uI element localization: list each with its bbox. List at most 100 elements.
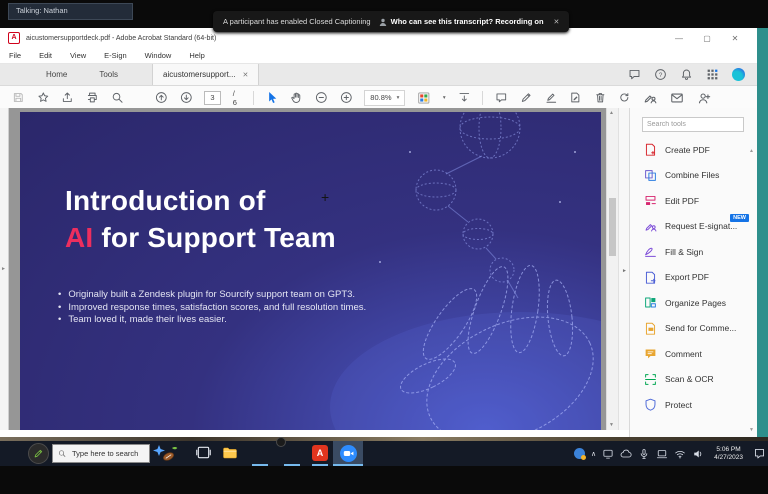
sidebar-item-request-esign[interactable]: Request E-signat... NEW [630, 214, 757, 240]
sidebar-item-protect[interactable]: Protect [630, 392, 757, 418]
svg-text:?: ? [659, 72, 663, 79]
menu-help[interactable]: Help [180, 51, 213, 60]
fit-width-icon[interactable] [458, 91, 471, 104]
send-comments-icon [644, 322, 657, 335]
selection-tool-icon[interactable] [266, 91, 279, 104]
zoom-level-dropdown[interactable]: 80.8% ▾ [364, 90, 405, 106]
sidebar-item-edit-pdf[interactable]: Edit PDF [630, 188, 757, 214]
zoom-app-icon[interactable] [333, 441, 363, 466]
fill-sign-icon [644, 245, 657, 258]
sidebar-item-comment[interactable]: Comment [630, 341, 757, 367]
save-icon[interactable] [12, 91, 25, 104]
sidebar-scroll-down-icon[interactable]: ▼ [749, 427, 754, 433]
page-display-caret-icon[interactable]: ▾ [443, 95, 446, 101]
tab-document[interactable]: aicustomersupport... ✕ [152, 64, 259, 85]
page-number-input[interactable]: 3 [204, 91, 221, 105]
panel-expand-icon[interactable]: ► [1, 266, 6, 272]
screen-share-border [757, 28, 768, 437]
previous-page-icon[interactable] [155, 91, 168, 104]
fill-and-sign-icon[interactable] [569, 91, 582, 104]
tab-document-label: aicustomersupport... [163, 70, 235, 79]
pencil-icon[interactable] [520, 91, 533, 104]
screen: Talking: Nathan A participant has enable… [0, 0, 768, 494]
microphone-icon[interactable] [638, 448, 650, 460]
cc-close-icon[interactable]: ✕ [554, 18, 560, 26]
menu-view[interactable]: View [61, 51, 95, 60]
zoom-out-icon[interactable] [315, 91, 328, 104]
menu-window[interactable]: Window [136, 51, 181, 60]
close-button[interactable]: ✕ [721, 34, 749, 43]
maximize-button[interactable]: ▢ [693, 34, 721, 43]
tab-close-icon[interactable]: ✕ [243, 71, 249, 79]
next-page-icon[interactable] [180, 91, 193, 104]
send-email-icon[interactable] [670, 91, 684, 105]
account-avatar[interactable] [732, 68, 745, 81]
hand-tool-icon[interactable] [290, 91, 303, 104]
share-file-icon[interactable] [61, 91, 74, 104]
cc-transcript-link[interactable]: Who can see this transcript? Recording o… [379, 17, 544, 26]
touchpad-icon[interactable] [656, 448, 668, 460]
display-icon[interactable] [602, 448, 614, 460]
action-center-icon[interactable] [753, 447, 766, 460]
tools-pane-expand-icon[interactable]: ► [622, 268, 627, 274]
bell-icon[interactable] [680, 68, 693, 81]
sidebar-item-organize-pages[interactable]: Organize Pages [630, 290, 757, 316]
tab-tools[interactable]: Tools [83, 64, 134, 85]
onedrive-cloud-icon[interactable] [620, 448, 632, 460]
scan-ocr-icon [644, 373, 657, 386]
running-indicator [284, 464, 300, 466]
scroll-up-icon[interactable]: ▲ [609, 110, 614, 116]
navigation-pane-strip[interactable]: ► [0, 108, 9, 430]
window-title: aicustomersupportdeck.pdf - Adobe Acroba… [26, 35, 216, 42]
comment-icon[interactable] [495, 91, 508, 104]
zoom-in-icon[interactable] [340, 91, 353, 104]
news-widget-icon[interactable] [152, 444, 178, 468]
apps-grid-icon[interactable] [706, 68, 719, 81]
annotation-pen-icon[interactable] [28, 443, 49, 464]
slide-bullet: •Improved response times, satisfaction s… [58, 302, 366, 315]
print-icon[interactable] [86, 91, 99, 104]
help-icon[interactable]: ? [654, 68, 667, 81]
menu-file[interactable]: File [0, 51, 30, 60]
file-explorer-icon[interactable] [222, 445, 238, 465]
sidebar-item-combine-files[interactable]: Combine Files [630, 163, 757, 189]
menu-edit[interactable]: Edit [30, 51, 61, 60]
scrollbar-thumb[interactable] [609, 198, 616, 256]
volume-icon[interactable] [692, 448, 704, 460]
sidebar-item-scan-ocr[interactable]: Scan & OCR [630, 367, 757, 393]
wifi-icon[interactable] [674, 448, 686, 460]
chevron-down-icon: ▾ [397, 95, 400, 101]
slide-bullet-list: •Originally built a Zendesk plugin for S… [58, 289, 366, 327]
sidebar-item-fill-sign[interactable]: Fill & Sign [630, 239, 757, 265]
clock-date: 4/27/2023 [714, 454, 743, 462]
star-icon[interactable] [37, 91, 50, 104]
refresh-icon[interactable] [618, 91, 631, 104]
acrobat-taskbar-icon[interactable]: A [312, 445, 328, 461]
taskbar-search[interactable] [52, 444, 150, 463]
tab-home[interactable]: Home [30, 64, 83, 85]
hidden-icons-chevron-icon[interactable]: ∧ [591, 450, 596, 458]
task-view-icon[interactable] [196, 445, 211, 465]
sign-icon[interactable] [545, 91, 558, 104]
clock-time: 5:06 PM [714, 446, 743, 454]
delete-pages-icon[interactable] [594, 91, 607, 104]
person-icon [379, 18, 387, 26]
sidebar-scroll-up-icon[interactable]: ▲ [749, 148, 754, 154]
slide-title-accent: AI [65, 222, 93, 253]
scroll-down-icon[interactable]: ▼ [609, 422, 614, 428]
menu-esign[interactable]: E-Sign [95, 51, 136, 60]
taskbar-search-input[interactable] [70, 448, 144, 459]
sidebar-item-export-pdf[interactable]: Export PDF [630, 265, 757, 291]
sidebar-item-send-for-comments[interactable]: Send for Comme... [630, 316, 757, 342]
minimize-button[interactable]: — [665, 34, 693, 43]
page-display-icon[interactable] [417, 91, 431, 105]
find-icon[interactable] [111, 91, 124, 104]
search-tools-input[interactable] [642, 117, 744, 132]
wireframe-graphic [20, 112, 601, 430]
sidebar-item-create-pdf[interactable]: Create PDF [630, 137, 757, 163]
request-esign-icon[interactable] [643, 91, 657, 105]
taskbar-clock[interactable]: 5:06 PM 4/27/2023 [714, 446, 743, 461]
feedback-icon[interactable] [628, 68, 641, 81]
network-warning-icon[interactable] [574, 448, 585, 459]
share-with-people-icon[interactable] [697, 91, 711, 105]
